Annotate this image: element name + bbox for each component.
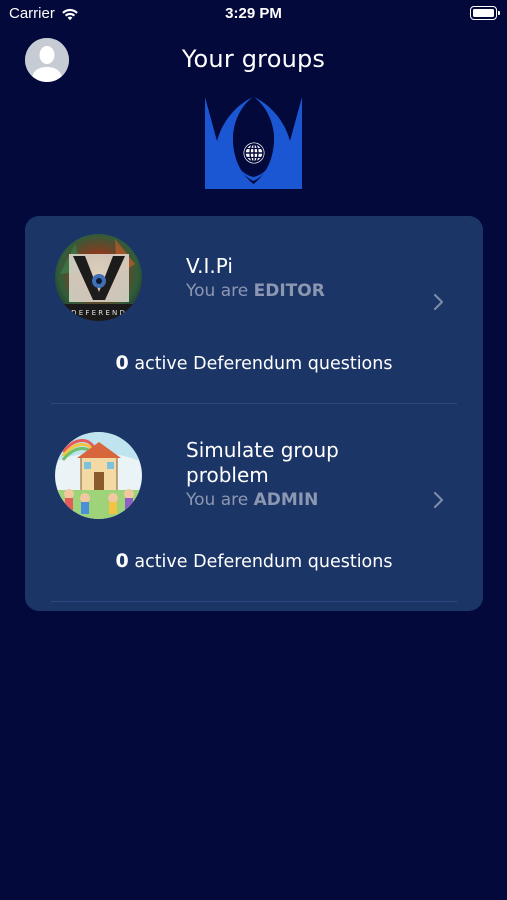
group-avatar-simulate [55, 432, 142, 519]
active-count: 0 [115, 550, 129, 572]
group-row-simulate[interactable]: Simulate group problem You are ADMIN 0 a… [25, 414, 483, 602]
role-prefix: You are [186, 281, 249, 301]
app-logo [205, 97, 302, 189]
group-row-vipi[interactable]: D E F E R E N D V.I.Pi You are EDITOR 0 … [25, 216, 483, 404]
chevron-right-icon[interactable] [429, 490, 449, 510]
active-count: 0 [115, 352, 129, 374]
role-prefix: You are [186, 490, 249, 510]
active-questions-summary: 0 active Deferendum questions [25, 550, 483, 572]
groups-list: D E F E R E N D V.I.Pi You are EDITOR 0 … [25, 216, 483, 611]
group-role: You are EDITOR [186, 281, 325, 301]
active-questions-summary: 0 active Deferendum questions [25, 352, 483, 374]
divider [51, 403, 457, 404]
role-value: ADMIN [253, 490, 319, 510]
status-bar: Carrier 3:29 PM [0, 0, 507, 28]
divider [51, 601, 457, 602]
group-name: Simulate group problem [186, 438, 339, 487]
battery-icon [470, 6, 500, 20]
active-label: active Deferendum questions [134, 354, 393, 374]
status-time: 3:29 PM [225, 5, 282, 22]
active-label: active Deferendum questions [134, 552, 393, 572]
chevron-right-icon[interactable] [429, 292, 449, 312]
svg-text:D E F E R E N D: D E F E R E N D [71, 309, 125, 317]
group-name: V.I.Pi [186, 254, 233, 278]
group-role: You are ADMIN [186, 490, 318, 510]
role-value: EDITOR [253, 281, 325, 301]
group-avatar-vipi: D E F E R E N D [55, 234, 142, 321]
page-title: Your groups [181, 45, 326, 73]
